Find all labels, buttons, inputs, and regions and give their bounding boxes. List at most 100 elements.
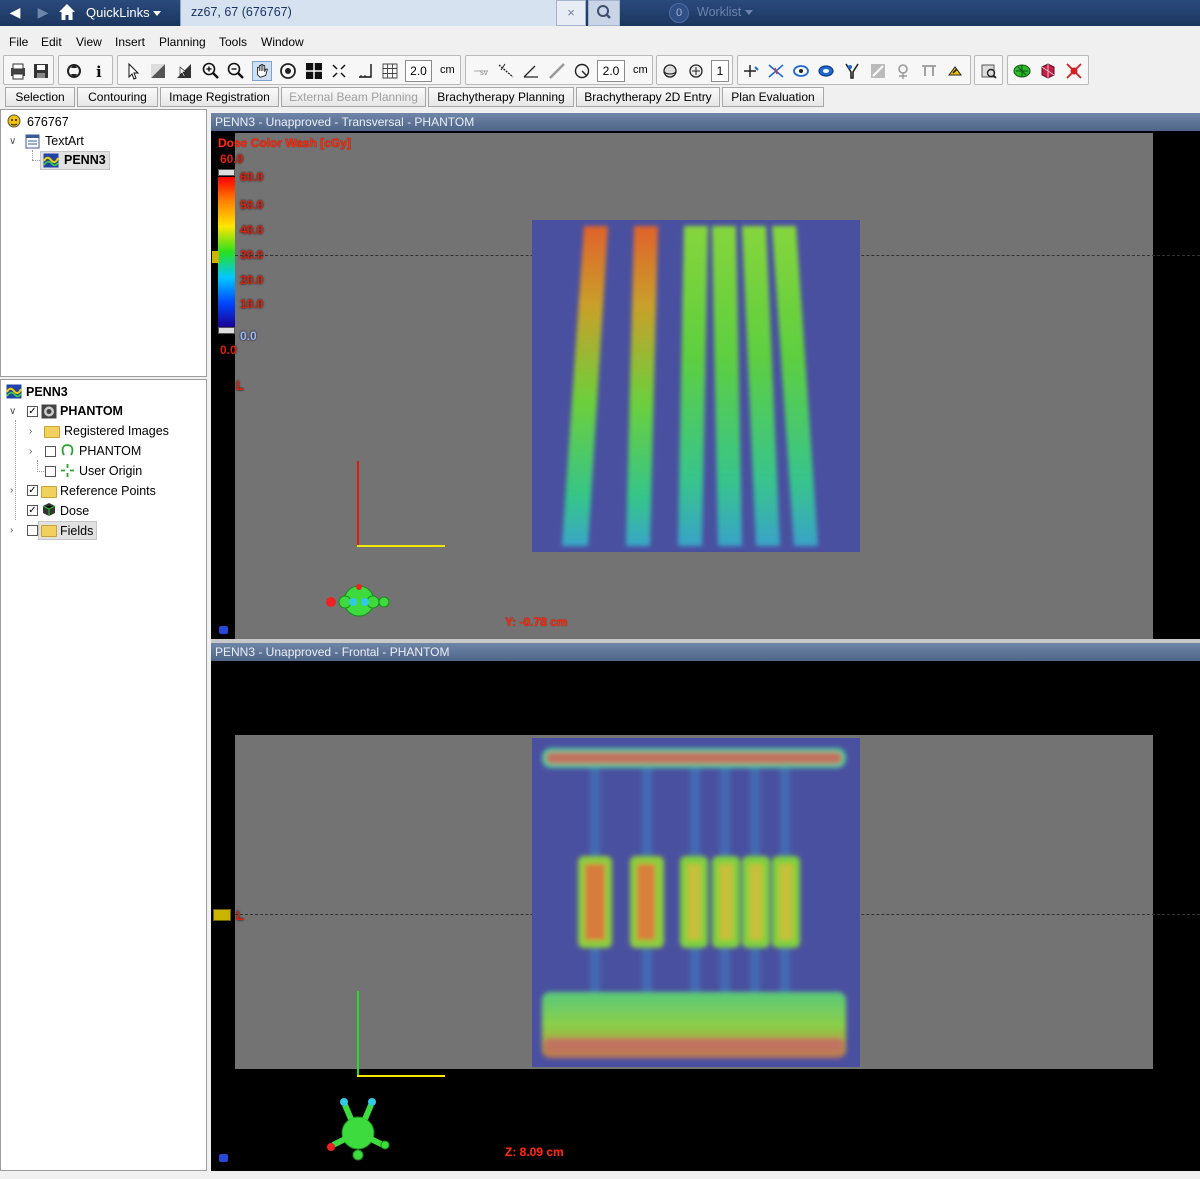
- zoom-in-icon[interactable]: [201, 61, 221, 81]
- tab-selection[interactable]: Selection: [5, 87, 75, 107]
- patient-tab[interactable]: zz67, 67 (676767): [180, 0, 556, 26]
- user-origin-node[interactable]: User Origin: [79, 462, 142, 480]
- navigate-icon[interactable]: [64, 61, 84, 81]
- render-tool-group: [1007, 55, 1089, 85]
- dose-checkbox[interactable]: ✓: [27, 505, 38, 516]
- tab-brachytherapy-planning[interactable]: Brachytherapy Planning: [428, 87, 574, 107]
- zoom-out-icon[interactable]: [226, 61, 246, 81]
- print-icon[interactable]: [8, 61, 28, 81]
- applicator-icon[interactable]: [919, 61, 939, 81]
- rotate-view-icon[interactable]: [278, 61, 298, 81]
- grid-size-input[interactable]: 2.0: [405, 60, 432, 82]
- fields-checkbox[interactable]: [27, 525, 38, 536]
- rotate-3d-icon[interactable]: [660, 61, 680, 81]
- measure-angle-icon[interactable]: [521, 61, 541, 81]
- scale-tick-40: 40.0: [240, 223, 264, 237]
- fit-view-icon[interactable]: [329, 61, 349, 81]
- grid-icon[interactable]: [380, 61, 400, 81]
- phantom-image-checkbox[interactable]: [45, 446, 56, 457]
- measure-size-input[interactable]: 2.0: [597, 60, 625, 82]
- calculate-dose-icon[interactable]: [945, 61, 965, 81]
- volume-render-icon[interactable]: [1038, 61, 1058, 81]
- beams-eye-view-icon[interactable]: [1064, 61, 1084, 81]
- course-textart[interactable]: TextArt: [45, 132, 84, 150]
- menu-edit[interactable]: Edit: [41, 35, 62, 49]
- dose-node[interactable]: Dose: [60, 502, 89, 520]
- plan-root[interactable]: PENN3: [26, 383, 68, 401]
- insert-point-icon[interactable]: [741, 61, 761, 81]
- tab-image-registration[interactable]: Image Registration: [160, 87, 279, 107]
- home-icon[interactable]: [58, 3, 76, 21]
- phantom-node[interactable]: PHANTOM: [60, 402, 123, 420]
- info-tool-group: i: [58, 55, 113, 85]
- viewer-corner-icon: [219, 1154, 228, 1162]
- draw-line-icon[interactable]: [547, 61, 567, 81]
- menu-file[interactable]: File: [9, 35, 28, 49]
- tree-connector: [37, 471, 44, 472]
- tab-brachytherapy-2d-entry[interactable]: Brachytherapy 2D Entry: [576, 87, 720, 107]
- chevron-right-icon[interactable]: ›: [29, 427, 37, 437]
- tab-plan-evaluation[interactable]: Plan Evaluation: [722, 87, 824, 107]
- plan-penn3[interactable]: PENN3: [64, 151, 106, 169]
- phantom-image-node[interactable]: PHANTOM: [79, 442, 141, 460]
- quicklinks-menu[interactable]: QuickLinks: [86, 5, 161, 20]
- measure-circle-icon[interactable]: [572, 61, 592, 81]
- worklist-label: Worklist: [697, 5, 742, 19]
- layout-3d-icon[interactable]: [686, 61, 706, 81]
- menu-window[interactable]: Window: [261, 35, 304, 49]
- transversal-viewer[interactable]: PENN3 - Unapproved - Transversal - PHANT…: [211, 113, 1200, 639]
- scale-max-slider[interactable]: [218, 169, 235, 176]
- close-patient-button[interactable]: ×: [556, 0, 586, 26]
- patient-id[interactable]: 676767: [27, 113, 69, 131]
- chevron-right-icon[interactable]: ›: [10, 486, 18, 496]
- slice-marker[interactable]: [213, 909, 231, 921]
- tab-contouring[interactable]: Contouring: [77, 87, 158, 107]
- select-pointer-icon[interactable]: [123, 61, 143, 81]
- viewer-title: PENN3 - Unapproved - Transversal - PHANT…: [211, 113, 1200, 131]
- scale-tick-60: 60.0: [240, 170, 264, 184]
- ruler-corner-icon[interactable]: [355, 61, 375, 81]
- info-icon[interactable]: i: [89, 61, 109, 81]
- svg-text:SV: SV: [480, 70, 489, 77]
- chevron-down-icon[interactable]: ∨: [9, 137, 17, 147]
- isodose-icon[interactable]: [816, 61, 836, 81]
- edit-dwell-icon[interactable]: [868, 61, 888, 81]
- worklist-menu[interactable]: Worklist: [697, 5, 754, 19]
- chevron-down-icon[interactable]: ∨: [9, 407, 17, 417]
- measure-line-icon[interactable]: [496, 61, 516, 81]
- phantom-checkbox[interactable]: ✓: [27, 406, 38, 417]
- user-origin-checkbox[interactable]: [45, 466, 56, 477]
- menu-insert[interactable]: Insert: [115, 35, 145, 49]
- viewer-count-input[interactable]: 1: [711, 60, 729, 82]
- menu-planning[interactable]: Planning: [159, 35, 206, 49]
- search-button[interactable]: [588, 0, 620, 26]
- save-icon[interactable]: [31, 61, 51, 81]
- reference-point-icon[interactable]: [893, 61, 913, 81]
- print-preview-icon[interactable]: [979, 61, 999, 81]
- source-position-icon[interactable]: [842, 61, 862, 81]
- registered-images-node[interactable]: Registered Images: [64, 422, 169, 440]
- scale-min-slider[interactable]: [218, 327, 235, 334]
- forward-arrow-icon[interactable]: ▶: [34, 4, 52, 20]
- menu-view[interactable]: View: [76, 35, 102, 49]
- back-arrow-icon[interactable]: ◀: [6, 4, 24, 20]
- frontal-viewer[interactable]: PENN3 - Unapproved - Frontal - PHANTOM L: [211, 643, 1200, 1171]
- crosshair-icon[interactable]: [304, 61, 324, 81]
- patient-icon: [7, 114, 21, 128]
- window-level-cursor-icon[interactable]: [174, 61, 194, 81]
- reference-points-checkbox[interactable]: ✓: [27, 485, 38, 496]
- window-level-icon[interactable]: [148, 61, 168, 81]
- chevron-right-icon[interactable]: ›: [10, 526, 18, 536]
- surface-render-icon[interactable]: [1012, 61, 1032, 81]
- pan-hand-icon[interactable]: [252, 61, 272, 81]
- tab-external-beam-planning[interactable]: External Beam Planning: [281, 87, 426, 107]
- optimize-icon[interactable]: [791, 61, 811, 81]
- menu-tools[interactable]: Tools: [219, 35, 247, 49]
- slice-marker[interactable]: [212, 251, 219, 263]
- insert-catheter-icon[interactable]: [766, 61, 786, 81]
- fields-node[interactable]: Fields: [60, 522, 93, 540]
- patient-tree-panel: 676767 ∨ TextArt PENN3: [0, 109, 207, 377]
- measure-distance-icon[interactable]: SV: [471, 61, 491, 81]
- chevron-right-icon[interactable]: ›: [29, 447, 37, 457]
- reference-points-node[interactable]: Reference Points: [60, 482, 156, 500]
